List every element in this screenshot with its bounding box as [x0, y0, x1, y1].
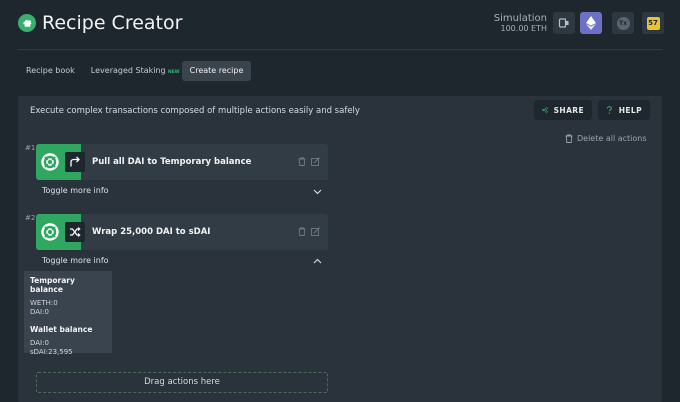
- action-title: Wrap 25,000 DAI to sDAI: [92, 227, 211, 237]
- action-card-header: Pull all DAI to Temporary balance: [36, 144, 328, 180]
- share-label: SHARE: [553, 105, 584, 115]
- wallet-balance-heading: Wallet balance: [30, 325, 93, 335]
- temporary-balance-heading: Temporary balance: [30, 276, 75, 294]
- lifebuoy-icon: [41, 223, 59, 241]
- pull-arrow-icon: [70, 156, 80, 167]
- drop-zone[interactable]: Drag actions here: [36, 372, 328, 393]
- trash-icon[interactable]: [298, 227, 306, 236]
- header-divider: [18, 49, 662, 50]
- action-icon-block: [36, 144, 85, 180]
- chef-hat-logo-icon: [18, 14, 36, 32]
- app-title: Recipe Creator: [42, 12, 183, 34]
- question-mark-icon: [606, 106, 612, 114]
- tx-icon: Tx: [616, 16, 630, 30]
- tab-create-recipe[interactable]: Create recipe: [181, 61, 252, 81]
- chevron-down-icon: [313, 189, 322, 195]
- simulation-label: Simulation: [493, 13, 547, 24]
- action-type-badge: [65, 152, 85, 172]
- balance-line: DAI:0: [30, 339, 49, 348]
- delete-all-actions-button[interactable]: Delete all actions: [565, 134, 647, 143]
- tab-label: Leveraged Staking: [90, 66, 166, 75]
- toggle-label: Toggle more info: [42, 256, 109, 265]
- balance-line: WETH:0: [30, 299, 58, 307]
- share-icon: [542, 107, 548, 113]
- share-button[interactable]: SHARE: [534, 100, 592, 120]
- toggle-more-info[interactable]: Toggle more info: [36, 250, 328, 272]
- action-tools: [298, 227, 320, 236]
- app-header: Recipe Creator Simulation 100.00 ETH Tx …: [0, 0, 680, 48]
- panel-description: Execute complex transactions composed of…: [30, 106, 360, 116]
- help-label: HELP: [618, 105, 642, 115]
- balance-info-box: Temporary balance WETH:0 DAI:0 Wallet ba…: [24, 271, 112, 356]
- trash-icon[interactable]: [298, 157, 306, 166]
- simulation-balance: 100.00 ETH: [500, 23, 548, 33]
- recipe-panel: Execute complex transactions composed of…: [18, 96, 662, 402]
- action-card[interactable]: Pull all DAI to Temporary balance Toggle…: [36, 144, 328, 202]
- ethereum-icon: [586, 16, 596, 30]
- transactions-button[interactable]: Tx: [612, 12, 634, 34]
- wallet-button[interactable]: [553, 12, 575, 34]
- edit-icon[interactable]: [311, 227, 320, 236]
- chevron-up-icon: [313, 258, 322, 264]
- delete-all-label: Delete all actions: [577, 134, 647, 143]
- action-type-badge: [65, 222, 85, 242]
- trash-icon: [565, 134, 573, 143]
- step-number: #2: [25, 214, 36, 222]
- action-title: Pull all DAI to Temporary balance: [92, 157, 252, 167]
- action-tools: [298, 157, 320, 166]
- tab-leveraged-staking[interactable]: Leveraged Staking NEW: [83, 61, 180, 81]
- action-card[interactable]: Wrap 25,000 DAI to sDAI Toggle more info: [36, 214, 328, 272]
- edit-icon[interactable]: [311, 157, 320, 166]
- balance-line: DAI:0: [30, 308, 49, 317]
- help-button[interactable]: HELP: [598, 100, 650, 120]
- balance-line: sDAI:23,595: [30, 348, 73, 357]
- network-button[interactable]: [580, 12, 602, 34]
- tab-bar: Recipe book Leveraged Staking NEW Create…: [18, 61, 252, 81]
- lifebuoy-icon: [41, 153, 59, 171]
- action-icon-block: [36, 214, 85, 250]
- toggle-more-info[interactable]: Toggle more info: [36, 180, 328, 202]
- new-badge: NEW: [167, 70, 180, 75]
- step-number: #1: [25, 144, 36, 152]
- wallet-icon: [558, 18, 569, 28]
- toggle-label: Toggle more info: [42, 186, 109, 195]
- notifications-button[interactable]: 57: [642, 12, 664, 34]
- shuffle-icon: [70, 227, 81, 237]
- action-card-header: Wrap 25,000 DAI to sDAI: [36, 214, 328, 250]
- notification-count-badge: 57: [646, 16, 660, 30]
- tab-recipe-book[interactable]: Recipe book: [18, 61, 83, 81]
- simulation-status[interactable]: Simulation 100.00 ETH: [493, 13, 548, 33]
